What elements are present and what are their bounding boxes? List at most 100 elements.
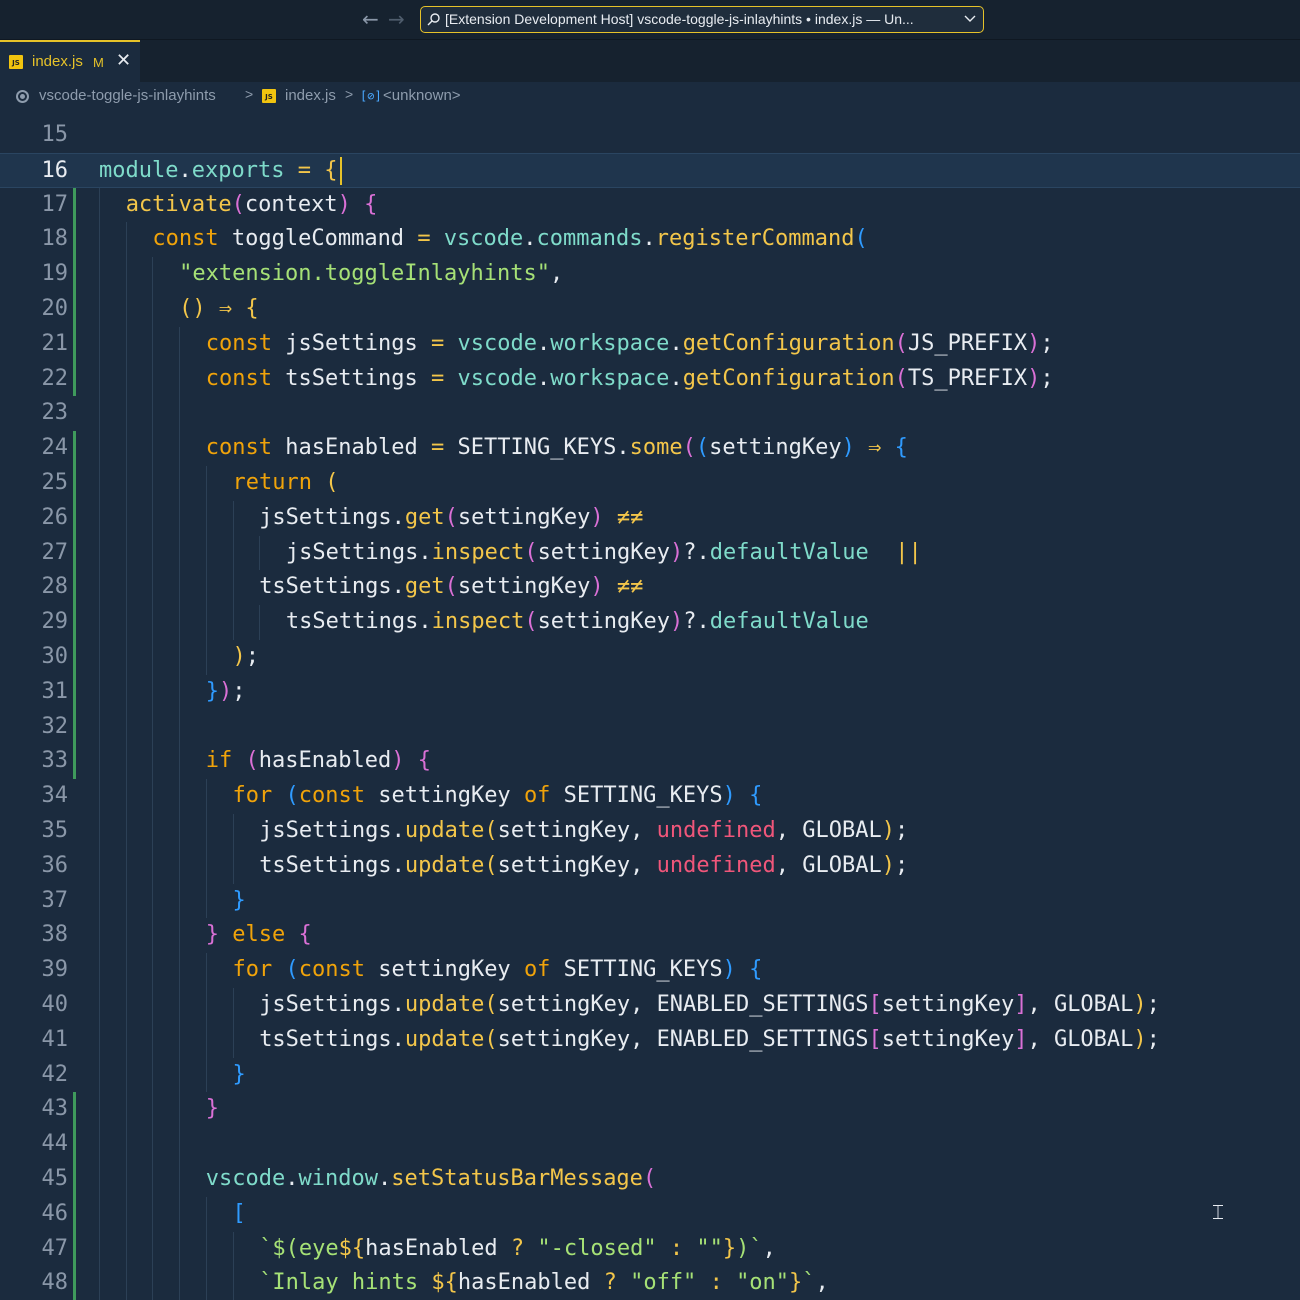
- indent-guide: [99, 1022, 100, 1058]
- indent-guide: [99, 570, 100, 606]
- code-line[interactable]: 46 [: [0, 1196, 1300, 1232]
- indent-guide: [99, 535, 100, 571]
- code-token: return: [232, 470, 312, 495]
- code-line[interactable]: 48 `Inlay hints ${hasEnabled ? "off" : "o…: [0, 1266, 1300, 1300]
- code-token: undefined: [656, 818, 776, 843]
- code-line[interactable]: 41 tsSettings.update(settingKey, ENABLED_…: [0, 1022, 1300, 1058]
- code-line[interactable]: 26 jsSettings.get(settingKey) ≠≠: [0, 500, 1300, 536]
- code-token: get: [404, 574, 445, 600]
- code-token: ]: [1014, 992, 1028, 1017]
- tab-index-js[interactable]: JS index.js M ✕: [0, 40, 140, 82]
- git-added-marker: [73, 674, 76, 710]
- indent-guide: [179, 431, 181, 466]
- code-line[interactable]: 15: [0, 118, 1300, 153]
- code-line[interactable]: 43}: [0, 1092, 1300, 1128]
- indent-guide: [152, 1092, 154, 1128]
- code-token: ;: [1146, 992, 1160, 1017]
- code-token: [: [868, 992, 882, 1017]
- code-line[interactable]: 40 jsSettings.update(settingKey, ENABLED_…: [0, 988, 1300, 1023]
- indent-guide: [152, 326, 154, 362]
- line-number: 17: [41, 191, 69, 217]
- indent-guide: [125, 1092, 127, 1128]
- code-token: ): [337, 191, 351, 217]
- code-line[interactable]: 27 jsSettings.inspect(settingKey)?.defaul…: [0, 535, 1300, 571]
- code-token: ;: [1146, 1026, 1160, 1052]
- code-token: module: [99, 157, 179, 183]
- close-icon[interactable]: ✕: [116, 50, 131, 71]
- indent-guide: [179, 1231, 181, 1267]
- line-number: 42: [41, 1061, 69, 1087]
- code-line[interactable]: 20 () ⇒ {: [0, 292, 1300, 327]
- code-token: .: [669, 330, 683, 356]
- line-number: 30: [41, 644, 69, 669]
- command-center[interactable]: [Extension Development Host] vscode-togg…: [420, 6, 984, 33]
- breadcrumb-file[interactable]: index.js: [285, 87, 336, 104]
- code-line[interactable]: 34 for (const settingKey of SETTING_KEYS)…: [0, 779, 1300, 814]
- code-line[interactable]: 28 tsSettings.get(settingKey) ≠≠: [0, 570, 1300, 606]
- code-line[interactable]: 42}: [0, 1057, 1300, 1093]
- code-line[interactable]: 16 module.exports = {: [0, 152, 1300, 188]
- indent-guide: [99, 500, 100, 536]
- code-text: tsSettings.inspect(settingKey)?.defaultV…: [286, 605, 869, 640]
- code-line[interactable]: 36 tsSettings.update(settingKey, undefine…: [0, 848, 1300, 884]
- indent-guide: [152, 953, 154, 988]
- code-line[interactable]: 37}: [0, 883, 1300, 919]
- indent-guide: [125, 709, 127, 745]
- code-line[interactable]: 44: [0, 1127, 1300, 1162]
- code-line[interactable]: 32: [0, 709, 1300, 745]
- chevron-down-icon[interactable]: [964, 14, 976, 24]
- indent-guide: [232, 848, 234, 884]
- forward-arrow-icon[interactable]: →: [388, 6, 405, 32]
- code-line[interactable]: 21 const jsSettings = vscode.workspace.ge…: [0, 326, 1300, 362]
- code-token: ): [881, 852, 896, 878]
- line-number: 28: [41, 574, 69, 600]
- code-line[interactable]: 31});: [0, 674, 1300, 710]
- code-token: "off": [630, 1270, 697, 1296]
- code-line[interactable]: 24 const hasEnabled = SETTING_KEYS.some((…: [0, 431, 1300, 466]
- indent-guide: [179, 640, 181, 675]
- code-line[interactable]: 17 activate(context) {: [0, 187, 1300, 223]
- indent-guide: [125, 848, 127, 884]
- line-number: 23: [41, 400, 69, 426]
- code-line[interactable]: 29 tsSettings.inspect(settingKey)?.defaul…: [0, 605, 1300, 640]
- code-token: ;: [1040, 365, 1054, 391]
- code-line[interactable]: 19 "extension.toggleInlayhints",: [0, 257, 1300, 292]
- indent-guide: [205, 500, 207, 536]
- code-line[interactable]: 18 const toggleCommand = vscode.commands.…: [0, 222, 1300, 258]
- code-token: activate: [125, 191, 232, 217]
- code-line[interactable]: 45 vscode.window.setStatusBarMessage(: [0, 1162, 1300, 1197]
- back-arrow-icon[interactable]: ←: [362, 6, 379, 32]
- code-line[interactable]: 38} else {: [0, 918, 1300, 954]
- indent-guide: [205, 1196, 207, 1232]
- code-token: update: [404, 852, 485, 878]
- indent-guide: [179, 883, 181, 919]
- code-line[interactable]: 23: [0, 396, 1300, 432]
- code-line[interactable]: 39 for (const settingKey of SETTING_KEYS)…: [0, 953, 1300, 988]
- code-token: SETTING_KEYS: [550, 957, 723, 983]
- git-added-marker: [73, 744, 76, 780]
- line-number: 24: [41, 435, 69, 461]
- indent-guide: [259, 535, 261, 571]
- code-line[interactable]: 47 `$(eye${hasEnabled ? "-closed" : ""})`…: [0, 1231, 1300, 1267]
- indent-guide: [99, 779, 100, 814]
- indent-guide: [152, 466, 154, 501]
- code-line[interactable]: 35 jsSettings.update(settingKey, undefine…: [0, 814, 1300, 849]
- code-token: ?.: [683, 539, 710, 565]
- indent-guide: [125, 500, 127, 536]
- code-line[interactable]: 25 return (: [0, 466, 1300, 501]
- indent-guide: [179, 848, 181, 884]
- code-line[interactable]: 22 const tsSettings = vscode.workspace.ge…: [0, 361, 1300, 397]
- code-line[interactable]: 33 if (hasEnabled) {: [0, 744, 1300, 780]
- git-added-marker: [73, 1127, 76, 1162]
- breadcrumb-folder[interactable]: vscode-toggle-js-inlayhints: [39, 87, 216, 104]
- indent-guide: [125, 988, 127, 1023]
- code-editor[interactable]: 15 16 module.exports = {17 activate(context…: [0, 110, 1300, 1300]
- code-token: ⇒: [218, 296, 233, 321]
- code-line[interactable]: 30);: [0, 640, 1300, 675]
- breadcrumb-symbol[interactable]: <unknown>: [383, 87, 461, 104]
